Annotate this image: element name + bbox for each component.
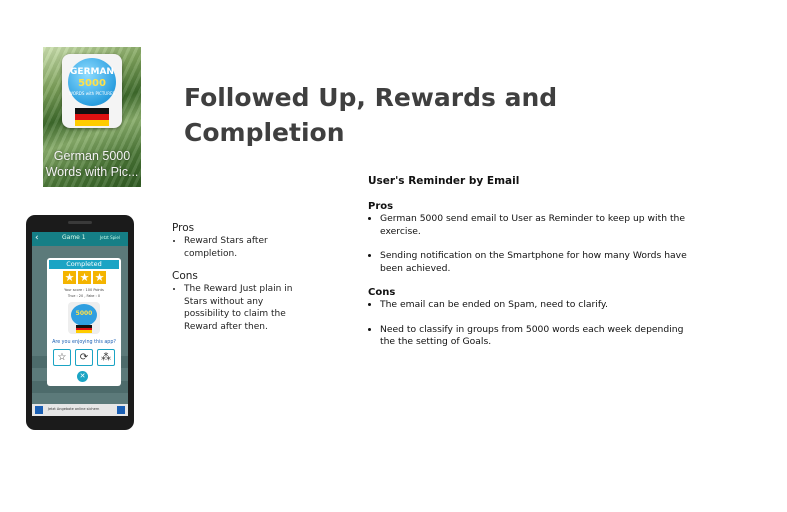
list-item: Sending notification on the Smartphone f…: [380, 250, 698, 275]
topbar-right-label[interactable]: Jetzt Spiel: [100, 235, 120, 240]
grid-apps-icon[interactable]: ⁂: [97, 349, 115, 366]
completion-popup: Completed ★ ★ ★ Your score : 100 Points …: [47, 258, 121, 386]
slide-title-line1: Followed Up, Rewards and: [184, 83, 558, 112]
mini-logo-number: 5000: [75, 310, 93, 317]
pros-list: German 5000 send email to User as Remind…: [368, 213, 698, 275]
list-item: The email can be ended on Spam, need to …: [380, 299, 698, 312]
star-outline-icon[interactable]: ☆: [53, 349, 71, 366]
ad-banner[interactable]: Jetzt Angebote online sichern: [32, 404, 128, 416]
pros-list: Reward Stars after completion.: [172, 235, 302, 260]
ad-arrow-icon[interactable]: [117, 406, 125, 414]
logo-circle: GERMAN 5000 WORDS with PICTURES: [68, 58, 116, 106]
star-icon: ★: [63, 271, 76, 284]
phone-screen: ‹ Game 1 Jetzt Spiel Completed ★ ★ ★ You…: [32, 232, 128, 416]
list-item: Need to classify in groups from 5000 wor…: [380, 324, 698, 349]
back-arrow-icon[interactable]: ‹: [35, 233, 39, 243]
list-item: The Reward Just plain in Stars without a…: [184, 283, 302, 333]
logo-number: 5000: [78, 78, 106, 89]
topbar-title: Game 1: [62, 234, 86, 241]
score-info: Your score : 100 Points True : 20 , Fake…: [47, 287, 121, 299]
cons-list: The email can be ended on Spam, need to …: [368, 299, 698, 349]
list-item: German 5000 send email to User as Remind…: [380, 213, 698, 238]
reward-stars: ★ ★ ★: [63, 271, 107, 285]
cons-heading: Cons: [368, 287, 396, 298]
logo-subtitle: WORDS with PICTURES: [68, 91, 116, 96]
popup-title: Completed: [49, 260, 119, 269]
phone-mockup: ‹ Game 1 Jetzt Spiel Completed ★ ★ ★ You…: [26, 215, 134, 430]
score-line2: True : 20 , Fake : 0: [67, 294, 101, 298]
slide-title: Followed Up, Rewards and Completion: [184, 80, 604, 150]
share-icon[interactable]: ⟳: [75, 349, 93, 366]
mini-logo-circle: 5000: [71, 304, 97, 326]
mini-app-logo: 5000: [68, 302, 100, 334]
section-heading: User's Reminder by Email: [368, 175, 520, 187]
slide-title-line2: Completion: [184, 118, 345, 147]
german-flag-icon: [75, 108, 109, 126]
pros-heading: Pros: [368, 201, 394, 212]
ad-logo-icon: [35, 406, 43, 414]
mini-german-flag-icon: [76, 325, 92, 334]
rating-options: ☆ ⟳ ⁂: [53, 349, 117, 366]
phone-speaker: [68, 221, 92, 224]
app-topbar: ‹ Game 1 Jetzt Spiel: [32, 232, 128, 246]
close-icon[interactable]: ✕: [77, 371, 88, 382]
cons-list: The Reward Just plain in Stars without a…: [172, 283, 302, 333]
email-reminder-notes: User's Reminder by Email Pros German 500…: [368, 174, 698, 361]
app-name: German 5000 Words with Pic...: [43, 148, 141, 180]
pros-heading: Pros: [172, 222, 195, 234]
list-item: Reward Stars after completion.: [184, 235, 302, 260]
app-name-line1: German 5000: [53, 149, 131, 163]
ad-text[interactable]: Jetzt Angebote online sichern: [48, 407, 99, 411]
app-name-line2: Words with Pic...: [45, 165, 139, 179]
cons-heading: Cons: [172, 270, 198, 282]
star-icon: ★: [78, 271, 91, 284]
reward-notes: Pros Reward Stars after completion. Cons…: [172, 221, 302, 342]
star-icon: ★: [93, 271, 106, 284]
rating-question: Are you enjoying this app?: [52, 340, 116, 345]
app-icon-image: GERMAN 5000 WORDS with PICTURES German 5…: [43, 47, 141, 187]
logo-word: GERMAN: [70, 67, 114, 77]
app-logo: GERMAN 5000 WORDS with PICTURES: [62, 54, 122, 128]
phone-bottom-bezel: [26, 418, 134, 430]
